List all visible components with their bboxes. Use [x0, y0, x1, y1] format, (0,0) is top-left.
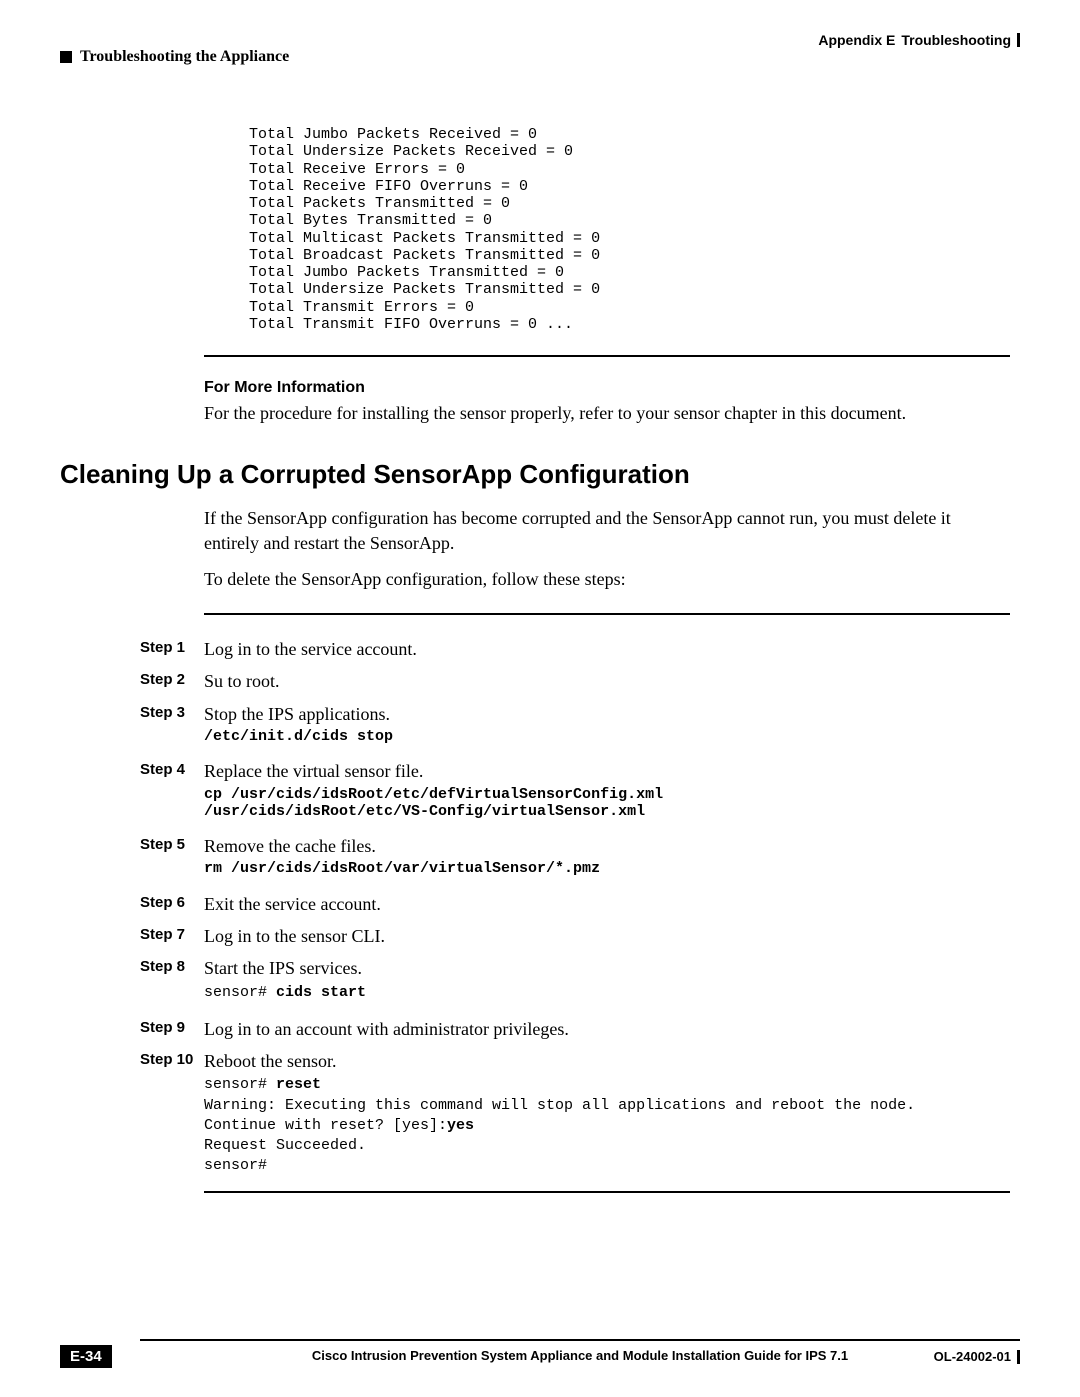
section-title: Cleaning Up a Corrupted SensorApp Config…	[60, 459, 1020, 490]
step-body: Log in to the service account.	[204, 637, 1010, 663]
footer-doc-title: Cisco Intrusion Prevention System Applia…	[312, 1348, 848, 1363]
page-footer: E-34 OL-24002-01 Cisco Intrusion Prevent…	[60, 1339, 1020, 1363]
step-label: Step 9	[140, 1017, 204, 1036]
step-row: Step 1Log in to the service account.	[140, 637, 1010, 663]
step-text: Start the IPS services.	[204, 956, 1010, 980]
footer-rule	[140, 1339, 1020, 1341]
page-number-badge: E-34	[60, 1345, 112, 1368]
step-body: Exit the service account.	[204, 892, 1010, 918]
section-crumb: Troubleshooting the Appliance	[80, 48, 289, 66]
step-code: rm /usr/cids/idsRoot/var/virtualSensor/*…	[204, 860, 1010, 877]
more-info-text: For the procedure for installing the sen…	[204, 401, 1010, 425]
step-text: Log in to the sensor CLI.	[204, 924, 1010, 948]
step-row: Step 10Reboot the sensor.sensor# reset W…	[140, 1049, 1010, 1177]
step-row: Step 4Replace the virtual sensor file. cp…	[140, 759, 1010, 820]
step-label: Step 6	[140, 892, 204, 911]
step-body: Remove the cache files. rm /usr/cids/idsR…	[204, 834, 1010, 878]
step-body: Su to root.	[204, 669, 1010, 695]
step-label: Step 2	[140, 669, 204, 688]
step-text: Reboot the sensor.	[204, 1049, 1010, 1073]
section-intro-1: If the SensorApp configuration has becom…	[204, 506, 1010, 555]
header-bar-icon	[1017, 33, 1020, 47]
step-label: Step 7	[140, 924, 204, 943]
header-left: Troubleshooting the Appliance	[60, 48, 1020, 66]
step-row: Step 3Stop the IPS applications. /etc/ini…	[140, 702, 1010, 746]
step-body: Reboot the sensor.sensor# reset Warning:…	[204, 1049, 1010, 1177]
step-body: Log in to the sensor CLI.	[204, 924, 1010, 950]
more-info-heading: For More Information	[204, 379, 1010, 397]
step-text: Log in to the service account.	[204, 637, 1010, 661]
step-code: cp /usr/cids/idsRoot/etc/defVirtualSenso…	[204, 786, 1010, 821]
appendix-title: Troubleshooting	[901, 32, 1011, 48]
step-label: Step 1	[140, 637, 204, 656]
step-row: Step 2Su to root.	[140, 669, 1010, 695]
step-body: Stop the IPS applications. /etc/init.d/ci…	[204, 702, 1010, 746]
step-body: Start the IPS services. sensor# cids star…	[204, 956, 1010, 1003]
step-label: Step 10	[140, 1049, 204, 1068]
step-label: Step 5	[140, 834, 204, 853]
step-text: Log in to an account with administrator …	[204, 1017, 1010, 1041]
divider	[204, 1191, 1010, 1193]
step-row: Step 9Log in to an account with administ…	[140, 1017, 1010, 1043]
code-block-stats: Total Jumbo Packets Received = 0 Total U…	[204, 126, 1010, 333]
step-body: Log in to an account with administrator …	[204, 1017, 1010, 1043]
step-row: Step 6Exit the service account.	[140, 892, 1010, 918]
footer-bar-icon	[1017, 1350, 1020, 1364]
step-label: Step 3	[140, 702, 204, 721]
divider	[204, 613, 1010, 615]
page-header: Appendix E Troubleshooting	[60, 32, 1020, 48]
step-text: Remove the cache files.	[204, 834, 1010, 858]
bullet-icon	[60, 51, 72, 63]
step-body: Replace the virtual sensor file. cp /usr/…	[204, 759, 1010, 820]
step-console: sensor# cids start	[204, 983, 1010, 1003]
header-right: Appendix E Troubleshooting	[818, 32, 1020, 48]
step-row: Step 5Remove the cache files. rm /usr/cid…	[140, 834, 1010, 878]
appendix-label: Appendix E	[818, 32, 895, 48]
step-label: Step 8	[140, 956, 204, 975]
step-row: Step 7Log in to the sensor CLI.	[140, 924, 1010, 950]
step-row: Step 8Start the IPS services. sensor# cid…	[140, 956, 1010, 1003]
divider	[204, 355, 1010, 357]
step-label: Step 4	[140, 759, 204, 778]
step-code: /etc/init.d/cids stop	[204, 728, 1010, 745]
doc-id: OL-24002-01	[934, 1349, 1011, 1364]
step-text: Replace the virtual sensor file.	[204, 759, 1010, 783]
step-text: Stop the IPS applications.	[204, 702, 1010, 726]
step-console-block: sensor# reset Warning: Executing this co…	[204, 1075, 1010, 1176]
step-text: Exit the service account.	[204, 892, 1010, 916]
step-text: Su to root.	[204, 669, 1010, 693]
section-intro-2: To delete the SensorApp configuration, f…	[204, 567, 1010, 591]
